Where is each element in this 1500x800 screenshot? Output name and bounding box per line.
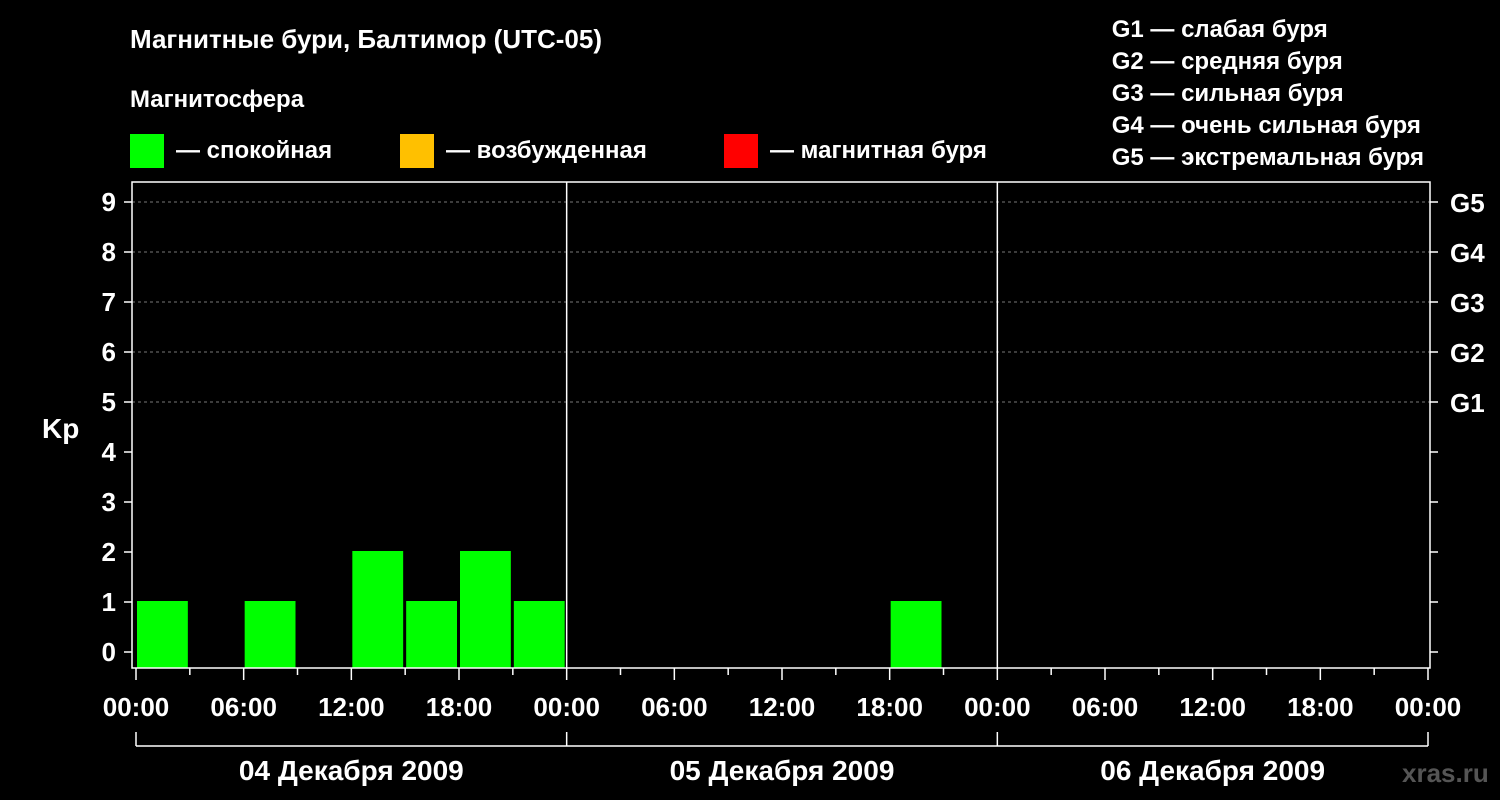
kp-bar-1 bbox=[244, 601, 296, 668]
x-tick-label-3: 18:00 bbox=[426, 692, 493, 722]
kp-bar-2 bbox=[352, 551, 404, 668]
x-tick-label-1: 06:00 bbox=[210, 692, 277, 722]
y-tick-label-4: 4 bbox=[102, 437, 117, 467]
y2-label-G1: G1 bbox=[1450, 388, 1485, 418]
y2-label-G2: G2 bbox=[1450, 338, 1485, 368]
kp-bar-3 bbox=[406, 601, 457, 668]
y-tick-label-7: 7 bbox=[102, 287, 116, 317]
day-label-2: 06 Декабря 2009 bbox=[1100, 755, 1325, 786]
kp-chart: 0 1 2 3 4 5 6 7 8 9 G1 G2 G3 G4 G5 Kp 00:00 06:00 12:00 18:… bbox=[42, 181, 1485, 786]
x-tick-label-12: 00:00 bbox=[1395, 692, 1462, 722]
x-tick-label-10: 12:00 bbox=[1179, 692, 1246, 722]
x-tick-label-2: 12:00 bbox=[318, 692, 385, 722]
y2-label-G5: G5 bbox=[1450, 188, 1485, 218]
y-tick-label-8: 8 bbox=[102, 237, 116, 267]
y-tick-label-1: 1 bbox=[102, 587, 116, 617]
kp-bar-4 bbox=[460, 551, 511, 668]
watermark: xras.ru bbox=[1402, 758, 1489, 788]
x-tick-label-9: 06:00 bbox=[1072, 692, 1139, 722]
y-tick-label-5: 5 bbox=[102, 387, 116, 417]
x-tick-label-4: 00:00 bbox=[533, 692, 600, 722]
day-label-1: 05 Декабря 2009 bbox=[670, 755, 895, 786]
kp-bar-6 bbox=[890, 601, 942, 668]
x-tick-label-0: 00:00 bbox=[103, 692, 170, 722]
x-tick-label-7: 18:00 bbox=[856, 692, 923, 722]
y2-label-G3: G3 bbox=[1450, 288, 1485, 318]
y-tick-label-3: 3 bbox=[102, 487, 116, 517]
x-tick-label-11: 18:00 bbox=[1287, 692, 1354, 722]
y2-label-G4: G4 bbox=[1450, 238, 1485, 268]
plot-frame bbox=[131, 181, 1431, 669]
y-tick-label-2: 2 bbox=[102, 537, 116, 567]
kp-bar-0 bbox=[137, 601, 188, 668]
x-tick-label-6: 12:00 bbox=[749, 692, 816, 722]
kp-bar-5 bbox=[513, 601, 565, 668]
y-tick-label-9: 9 bbox=[102, 187, 116, 217]
y-tick-label-6: 6 bbox=[102, 337, 116, 367]
x-tick-label-5: 06:00 bbox=[641, 692, 708, 722]
x-tick-label-8: 00:00 bbox=[964, 692, 1031, 722]
day-label-0: 04 Декабря 2009 bbox=[239, 755, 464, 786]
y-tick-label-0: 0 bbox=[102, 637, 116, 667]
y-axis-label: Kp bbox=[42, 413, 79, 444]
